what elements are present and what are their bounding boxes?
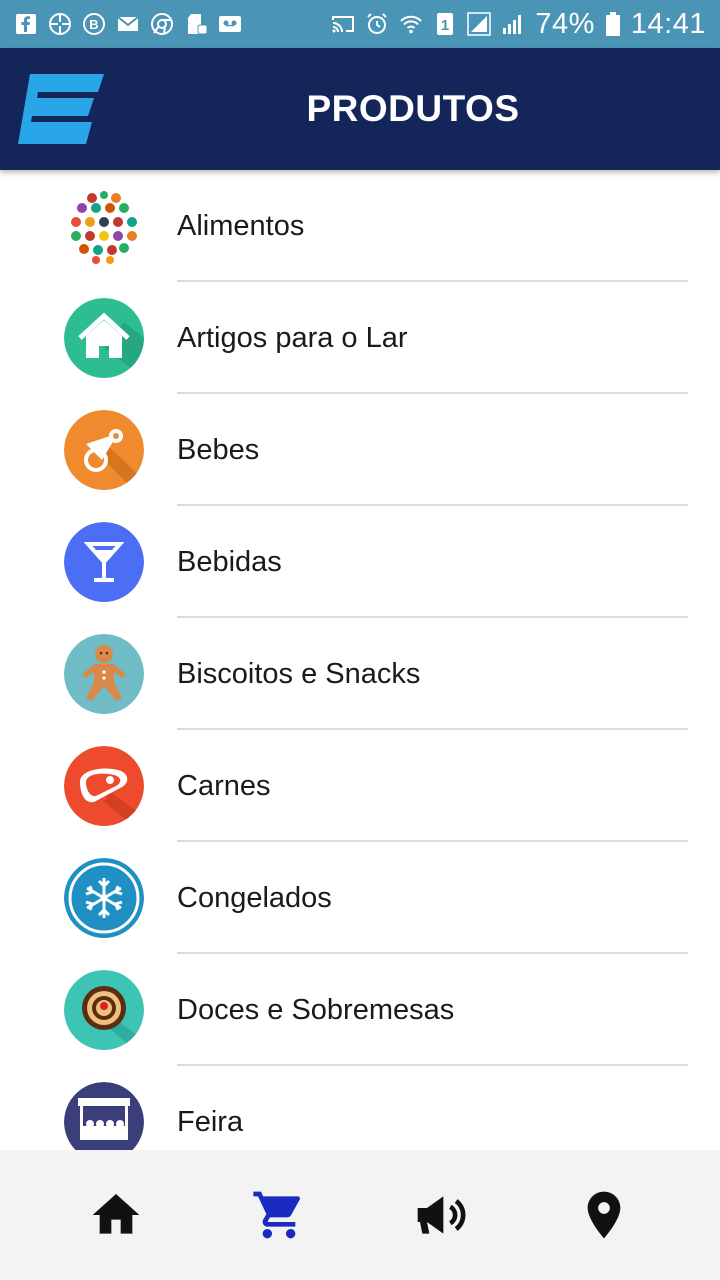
nav-home-button[interactable] (71, 1170, 161, 1260)
category-list: Alimentos Artigos para o Lar Bebes Bebid… (0, 170, 720, 1150)
battery-icon (605, 12, 621, 36)
battery-percent: 74% (535, 7, 595, 40)
bottom-nav (0, 1150, 720, 1280)
status-time: 14:41 (630, 7, 706, 40)
cart-icon (253, 1191, 300, 1239)
b-icon: B (82, 12, 106, 36)
status-bar-system: 1 74% 14:41 (331, 8, 706, 41)
page-title: PRODUTOS (306, 88, 520, 129)
chrome-icon (150, 12, 174, 36)
wifi-icon (399, 12, 423, 36)
screen: B 1 74% 14:41 PRODUTOS Alimentos Artigos… (0, 0, 720, 1280)
nav-location-button[interactable] (559, 1170, 649, 1260)
snowflake-icon (64, 858, 144, 938)
sim-1-icon: 1 (433, 12, 457, 36)
cocktail-glass-icon (64, 522, 144, 602)
location-pin-icon (587, 1191, 621, 1239)
category-item-bebidas[interactable]: Bebidas (0, 506, 720, 618)
mail-icon (116, 12, 140, 36)
category-item-doces-e-sobremesas[interactable]: Doces e Sobremesas (0, 954, 720, 1066)
category-item-artigos-para-o-lar[interactable]: Artigos para o Lar (0, 282, 720, 394)
market-stall-icon (64, 1082, 144, 1150)
home-icon (92, 1194, 140, 1234)
voicemail-icon (218, 12, 242, 36)
category-item-congelados[interactable]: Congelados (0, 842, 720, 954)
gingerbread-icon (64, 634, 144, 714)
category-item-bebes[interactable]: Bebes (0, 394, 720, 506)
signal-icon (467, 12, 492, 36)
food-icon (64, 186, 144, 266)
nav-products-button[interactable] (234, 1170, 324, 1260)
house-icon (64, 298, 144, 378)
nav-promotions-button[interactable] (396, 1170, 486, 1260)
category-label: Doces e Sobremesas (177, 994, 455, 1026)
category-label: Carnes (177, 770, 271, 802)
category-item-carnes[interactable]: Carnes (0, 730, 720, 842)
megaphone-icon (417, 1196, 466, 1234)
sd-card-icon (184, 12, 208, 36)
category-label: Bebes (177, 434, 260, 466)
signal-icon (501, 12, 525, 36)
category-label: Bebidas (177, 546, 282, 578)
category-item-biscoitos-e-snacks[interactable]: Biscoitos e Snacks (0, 618, 720, 730)
status-bar-notifications: B (14, 12, 242, 36)
tart-icon (64, 970, 144, 1050)
facebook-icon (14, 12, 38, 36)
svg-text:1: 1 (441, 17, 449, 34)
category-item-alimentos[interactable]: Alimentos (0, 170, 720, 282)
cast-icon (331, 12, 355, 36)
category-label: Feira (177, 1106, 244, 1138)
category-label: Alimentos (177, 210, 305, 242)
alarm-icon (365, 12, 389, 36)
pacifier-icon (64, 410, 144, 490)
category-label: Congelados (177, 882, 332, 914)
shutter-icon (48, 12, 72, 36)
category-label: Biscoitos e Snacks (177, 658, 421, 690)
category-item-feira[interactable]: Feira (0, 1066, 720, 1150)
status-bar: B 1 74% 14:41 (0, 0, 720, 48)
svg-text:B: B (89, 17, 98, 32)
app-bar: PRODUTOS (0, 48, 720, 170)
category-label: Artigos para o Lar (177, 322, 408, 354)
steak-icon (64, 746, 144, 826)
